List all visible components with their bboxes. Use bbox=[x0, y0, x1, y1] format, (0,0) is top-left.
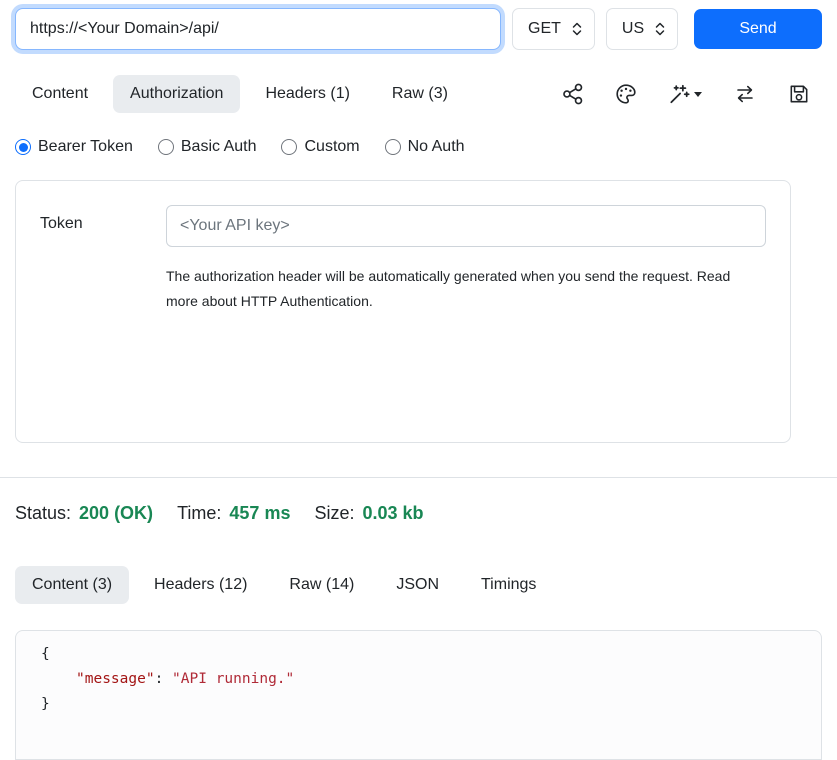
radio-custom[interactable] bbox=[281, 139, 297, 155]
auth-type-options: Bearer Token Basic Auth Custom No Auth bbox=[15, 138, 822, 156]
auth-option-custom[interactable]: Custom bbox=[281, 138, 359, 156]
request-bar: GET US Send bbox=[15, 8, 822, 50]
radio-basic-auth[interactable] bbox=[158, 139, 174, 155]
json-separator: : bbox=[155, 671, 172, 687]
send-button[interactable]: Send bbox=[694, 9, 822, 49]
response-tab-raw[interactable]: Raw (14) bbox=[272, 566, 371, 604]
response-status-bar: Status: 200 (OK) Time: 457 ms Size: 0.03… bbox=[15, 503, 822, 524]
token-row: Token The authorization header will be a… bbox=[40, 205, 766, 314]
compare-button[interactable] bbox=[733, 84, 757, 104]
share-button[interactable] bbox=[562, 83, 584, 105]
radio-bearer-token[interactable] bbox=[15, 139, 31, 155]
tab-raw[interactable]: Raw (3) bbox=[375, 75, 465, 113]
size-value: 0.03 kb bbox=[363, 503, 424, 524]
response-tab-headers[interactable]: Headers (12) bbox=[137, 566, 264, 604]
region-select[interactable]: US bbox=[606, 8, 678, 50]
updown-chevron-icon bbox=[654, 21, 666, 37]
auth-option-label: Custom bbox=[304, 138, 359, 156]
tab-headers[interactable]: Headers (1) bbox=[248, 75, 366, 113]
token-input[interactable] bbox=[166, 205, 766, 247]
json-line: } bbox=[41, 692, 801, 717]
json-key: "message" bbox=[76, 671, 155, 687]
token-main: The authorization header will be automat… bbox=[166, 205, 766, 314]
auth-option-bearer-token[interactable]: Bearer Token bbox=[15, 138, 133, 156]
chevron-down-icon bbox=[694, 92, 702, 97]
authorization-panel: Token The authorization header will be a… bbox=[15, 180, 791, 443]
tab-content[interactable]: Content bbox=[15, 75, 105, 113]
region-select-value: US bbox=[622, 20, 644, 38]
save-icon bbox=[788, 83, 810, 105]
status-label: Status: bbox=[15, 503, 71, 524]
tab-authorization[interactable]: Authorization bbox=[113, 75, 240, 113]
response-body: { "message": "API running." } bbox=[15, 630, 822, 760]
share-nodes-icon bbox=[562, 83, 584, 105]
api-client-page: GET US Send Content Authorization Header… bbox=[0, 0, 837, 760]
save-request-button[interactable] bbox=[788, 83, 810, 105]
response-tabs: Content (3) Headers (12) Raw (14) JSON T… bbox=[15, 566, 822, 604]
request-tabs-row: Content Authorization Headers (1) Raw (3… bbox=[15, 75, 822, 113]
request-toolbar bbox=[562, 83, 822, 105]
time-label: Time: bbox=[177, 503, 221, 524]
response-tab-timings[interactable]: Timings bbox=[464, 566, 553, 604]
section-divider bbox=[0, 477, 837, 478]
magic-wand-icon bbox=[668, 83, 690, 105]
response-tab-json[interactable]: JSON bbox=[379, 566, 456, 604]
generate-code-button[interactable] bbox=[668, 83, 702, 105]
json-line: { bbox=[41, 642, 801, 667]
json-string-value: "API running." bbox=[172, 671, 294, 687]
response-tab-content[interactable]: Content (3) bbox=[15, 566, 129, 604]
json-open-brace: { bbox=[41, 646, 50, 662]
size-label: Size: bbox=[314, 503, 354, 524]
status-value: 200 (OK) bbox=[79, 503, 153, 524]
auth-option-label: No Auth bbox=[408, 138, 465, 156]
json-line: "message": "API running." bbox=[41, 667, 801, 692]
method-select-value: GET bbox=[528, 20, 561, 38]
auth-option-basic-auth[interactable]: Basic Auth bbox=[158, 138, 257, 156]
swap-arrows-icon bbox=[733, 84, 757, 104]
time-value: 457 ms bbox=[229, 503, 290, 524]
auth-option-label: Bearer Token bbox=[38, 138, 133, 156]
theme-button[interactable] bbox=[615, 83, 637, 105]
auth-option-label: Basic Auth bbox=[181, 138, 257, 156]
auth-option-no-auth[interactable]: No Auth bbox=[385, 138, 465, 156]
json-close-brace: } bbox=[41, 696, 50, 712]
updown-chevron-icon bbox=[571, 21, 583, 37]
token-help-text: The authorization header will be automat… bbox=[166, 264, 754, 314]
radio-no-auth[interactable] bbox=[385, 139, 401, 155]
palette-icon bbox=[615, 83, 637, 105]
url-input[interactable] bbox=[15, 8, 501, 50]
method-select[interactable]: GET bbox=[512, 8, 595, 50]
request-tabs: Content Authorization Headers (1) Raw (3… bbox=[15, 75, 465, 113]
token-label: Token bbox=[40, 205, 166, 314]
